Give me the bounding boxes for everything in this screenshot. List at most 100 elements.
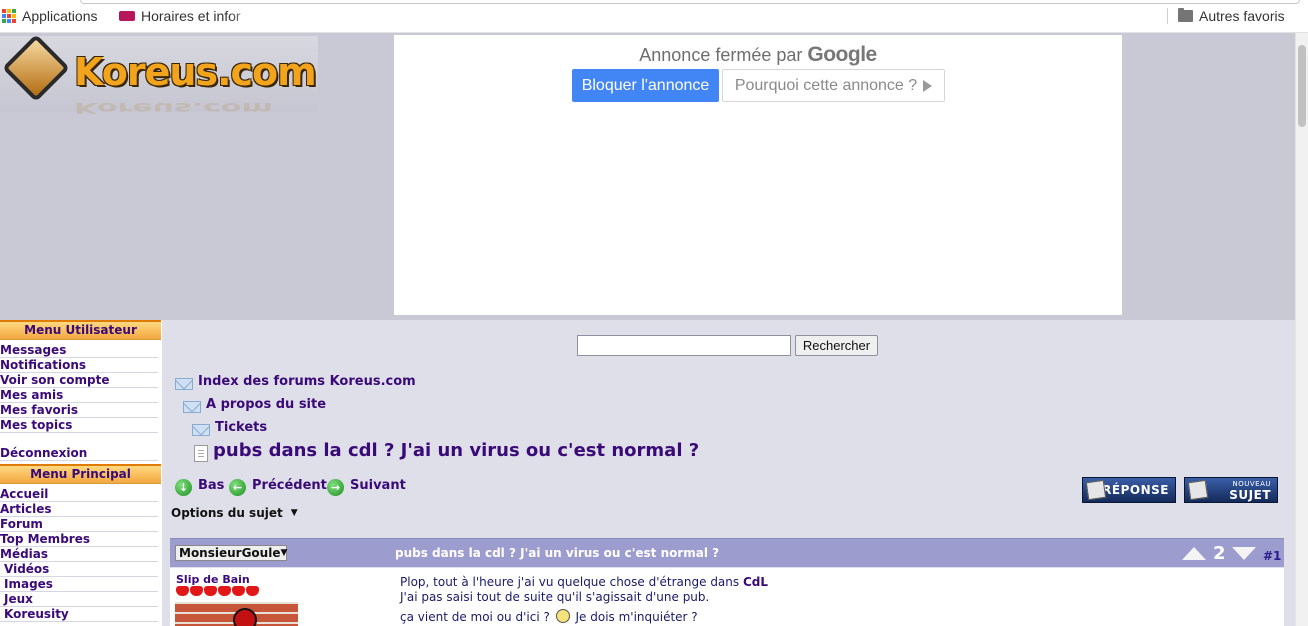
user-menu-list: Messages Notifications Voir son compte M…	[0, 343, 162, 461]
rank-icons	[176, 586, 259, 596]
new-topic-main-label: SUJET	[1229, 488, 1271, 502]
sidebar-item-top-members[interactable]: Top Membres	[0, 532, 158, 547]
post-line-3b: Je dois m'inquiéter ?	[575, 610, 698, 624]
rank-icon	[204, 586, 217, 596]
address-bar-edge	[80, 0, 1300, 4]
breadcrumb-tickets[interactable]: Tickets	[192, 419, 267, 436]
breadcrumb-tickets-label: Tickets	[215, 420, 268, 435]
reply-button-label: RÉPONSE	[1102, 483, 1169, 497]
post-line-3a: ça vient de moi ou d'ici ?	[400, 610, 550, 624]
why-ad-button[interactable]: Pourquoi cette annonce ?	[722, 69, 945, 102]
breadcrumb-index-label: Index des forums Koreus.com	[198, 374, 416, 389]
breadcrumb-index[interactable]: Index des forums Koreus.com	[175, 373, 416, 390]
google-wordmark: Google	[807, 43, 877, 66]
sidebar-item-forum[interactable]: Forum	[0, 517, 158, 532]
main-menu-list: Accueil Articles Forum Top Membres Média…	[0, 487, 162, 622]
vote-up-icon[interactable]	[1182, 547, 1206, 560]
breadcrumb-about-label: A propos du site	[206, 397, 327, 412]
ad-box: Annonce fermée par Google Bloquer l'anno…	[394, 35, 1122, 315]
logo-reflection: Koreus.com	[74, 98, 273, 117]
ad-closed-text: Annonce fermée par	[639, 45, 803, 65]
reply-button[interactable]: RÉPONSE	[1082, 477, 1176, 503]
post-line-3: ça vient de moi ou d'ici ? Je dois m'inq…	[400, 609, 698, 624]
bookmark-other-label: Autres favoris	[1199, 8, 1285, 24]
author-rank: Slip de Bain	[176, 573, 250, 586]
rank-icon	[176, 586, 189, 596]
rank-icon	[246, 586, 259, 596]
nav-bottom-label: Bas	[198, 478, 225, 493]
sidebar-item-home[interactable]: Accueil	[0, 487, 158, 502]
vote-score: 2	[1213, 543, 1226, 564]
scrollbar-thumb[interactable]	[1298, 45, 1306, 127]
user-menu-title: Menu Utilisateur	[0, 320, 161, 340]
envelope-icon	[175, 378, 193, 390]
post-line-1-text: Plop, tout à l'heure j'ai vu quelque cho…	[400, 575, 743, 589]
new-topic-button[interactable]: NOUVEAU SUJET	[1184, 477, 1278, 503]
cdl-link[interactable]: CdL	[743, 575, 768, 589]
bookmarks-bar: Applications Horaires et infor Autres fa…	[0, 0, 1308, 33]
page-scrollbar[interactable]	[1295, 33, 1308, 626]
new-topic-paper-icon	[1187, 479, 1209, 501]
folder-icon	[1178, 8, 1193, 22]
vote-down-icon[interactable]	[1232, 547, 1256, 560]
dropdown-arrow-icon: ▼	[290, 508, 298, 518]
search-input[interactable]	[577, 335, 791, 356]
sidebar-item-messages[interactable]: Messages	[0, 343, 158, 358]
sidebar-item-topics[interactable]: Mes topics	[0, 418, 158, 433]
sidebar-item-videos[interactable]: Vidéos	[0, 562, 158, 577]
avatar[interactable]	[175, 602, 298, 626]
post-line-1: Plop, tout à l'heure j'ai vu quelque cho…	[400, 575, 768, 589]
avatar-face	[233, 608, 257, 626]
arrow-right-icon: →	[327, 479, 344, 496]
post-body: Slip de Bain Plop, tout à l'heure j'ai v…	[170, 568, 1284, 626]
sidebar-item-notifications[interactable]: Notifications	[0, 358, 158, 373]
why-ad-label: Pourquoi cette annonce ?	[734, 76, 918, 94]
arrow-down-icon: ↓	[175, 479, 192, 496]
sidebar-item-friends[interactable]: Mes amis	[0, 388, 158, 403]
sidebar-item-favorites[interactable]: Mes favoris	[0, 403, 158, 418]
sidebar-item-koreusity[interactable]: Koreusity	[0, 607, 158, 622]
sidebar-item-games[interactable]: Jeux	[0, 592, 158, 607]
post-header: MonsieurGoule ▼ pubs dans la cdl ? J'ai …	[170, 538, 1284, 567]
ad-closed-message: Annonce fermée par Google	[394, 43, 1122, 67]
topic-title: pubs dans la cdl ? J'ai un virus ou c'es…	[213, 440, 700, 461]
site-logo[interactable]: Koreus.com Koreus.com	[0, 34, 318, 116]
nav-next-label: Suivant	[350, 478, 406, 493]
bookmark-horaires[interactable]: Horaires et infor	[119, 8, 259, 24]
nav-next-link[interactable]: → Suivant	[327, 475, 406, 496]
rank-icon	[232, 586, 245, 596]
bookmark-other[interactable]: Autres favoris	[1178, 8, 1285, 24]
bookmark-applications[interactable]: Applications	[2, 8, 98, 24]
topic-options-dropdown[interactable]: Options du sujet ▼	[171, 503, 298, 523]
reply-paper-icon	[1085, 479, 1107, 501]
topic-options-label: Options du sujet	[171, 506, 283, 520]
author-dropdown[interactable]: MonsieurGoule ▼	[175, 545, 287, 561]
breadcrumb-about[interactable]: A propos du site	[183, 396, 326, 413]
menu-gap	[0, 433, 162, 446]
sidebar-item-account[interactable]: Voir son compte	[0, 373, 158, 388]
sidebar-item-images[interactable]: Images	[0, 577, 158, 592]
logo-diamond-icon	[2, 34, 70, 102]
bookmark-horaires-label: Horaires et infor	[141, 8, 241, 24]
apps-grid-icon	[2, 9, 16, 23]
post-number-link[interactable]: #1	[1263, 549, 1281, 563]
rank-icon	[218, 586, 231, 596]
arrow-left-icon: ←	[229, 479, 246, 496]
envelope-icon	[192, 424, 210, 436]
author-name: MonsieurGoule	[179, 546, 281, 560]
sidebar-item-media[interactable]: Médias	[0, 547, 158, 562]
sidebar-item-articles[interactable]: Articles	[0, 502, 158, 517]
bookmark-applications-label: Applications	[22, 8, 98, 24]
rank-icon	[190, 586, 203, 596]
nav-bottom-link[interactable]: ↓ Bas	[175, 475, 224, 496]
post-line-2: J'ai pas saisi tout de suite qu'il s'agi…	[400, 590, 710, 604]
dropdown-arrow-icon: ▼	[280, 548, 288, 558]
block-ad-button[interactable]: Bloquer l'annonce	[572, 69, 719, 102]
sidebar-item-logout[interactable]: Déconnexion	[0, 446, 158, 461]
bookmark-separator	[1167, 8, 1168, 24]
page-title: pubs dans la cdl ? J'ai un virus ou c'es…	[194, 439, 699, 462]
search-button[interactable]: Rechercher	[795, 335, 878, 356]
nav-previous-link[interactable]: ← Précédent	[229, 475, 327, 496]
post-title: pubs dans la cdl ? J'ai un virus ou c'es…	[395, 546, 720, 560]
logo-text: Koreus.com	[74, 50, 317, 94]
